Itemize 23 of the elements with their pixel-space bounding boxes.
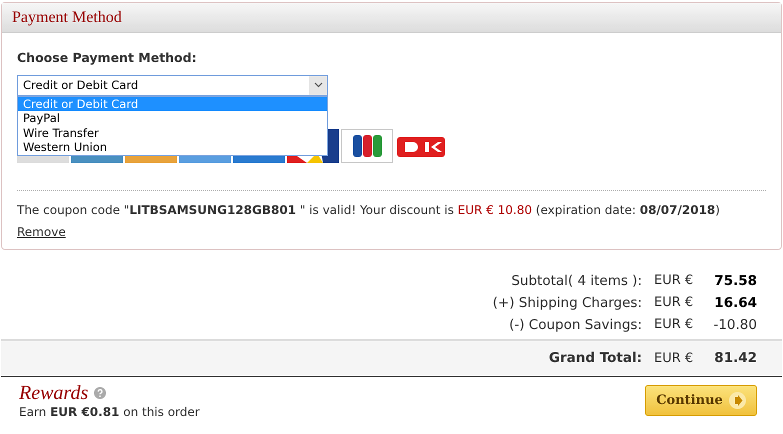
dropdown-option[interactable]: PayPal bbox=[18, 111, 327, 126]
coupon-message: The coupon code "LITBSAMSUNG128GB801 " is valid! Your discount is EUR € 10.80 (expiration date: 08/07/2018) bbox=[17, 202, 721, 219]
dropdown-option[interactable]: Wire Transfer bbox=[18, 126, 327, 140]
summary-amount: 75.58 bbox=[713, 272, 757, 291]
field-label: Choose Payment Method: bbox=[17, 49, 198, 67]
summary-amount: -10.80 bbox=[712, 316, 757, 335]
continue-button[interactable]: Continue bbox=[645, 384, 757, 416]
summary-label: (+) Shipping Charges: bbox=[492, 294, 642, 313]
remove-link[interactable]: Remove bbox=[17, 224, 66, 239]
currency: EUR € bbox=[653, 316, 694, 334]
grand-total-amount: 81.42 bbox=[713, 349, 757, 368]
rewards-title: Rewards bbox=[19, 382, 88, 404]
payment-method-select[interactable]: Credit or Debit Card bbox=[17, 74, 328, 96]
grand-total-label: Grand Total: bbox=[548, 349, 642, 368]
summary-label: (-) Coupon Savings: bbox=[509, 316, 642, 335]
currency: EUR € bbox=[653, 350, 694, 368]
dropdown-option[interactable]: Western Union bbox=[18, 140, 327, 155]
currency: EUR € bbox=[653, 294, 694, 312]
summary-label: Subtotal( 4 items ): bbox=[511, 272, 642, 291]
rewards-text: Earn EUR €0.81 on this order bbox=[19, 404, 200, 420]
currency: EUR € bbox=[653, 272, 694, 290]
panel-title: Payment Method bbox=[12, 8, 122, 28]
summary-amount: 16.64 bbox=[713, 294, 757, 313]
